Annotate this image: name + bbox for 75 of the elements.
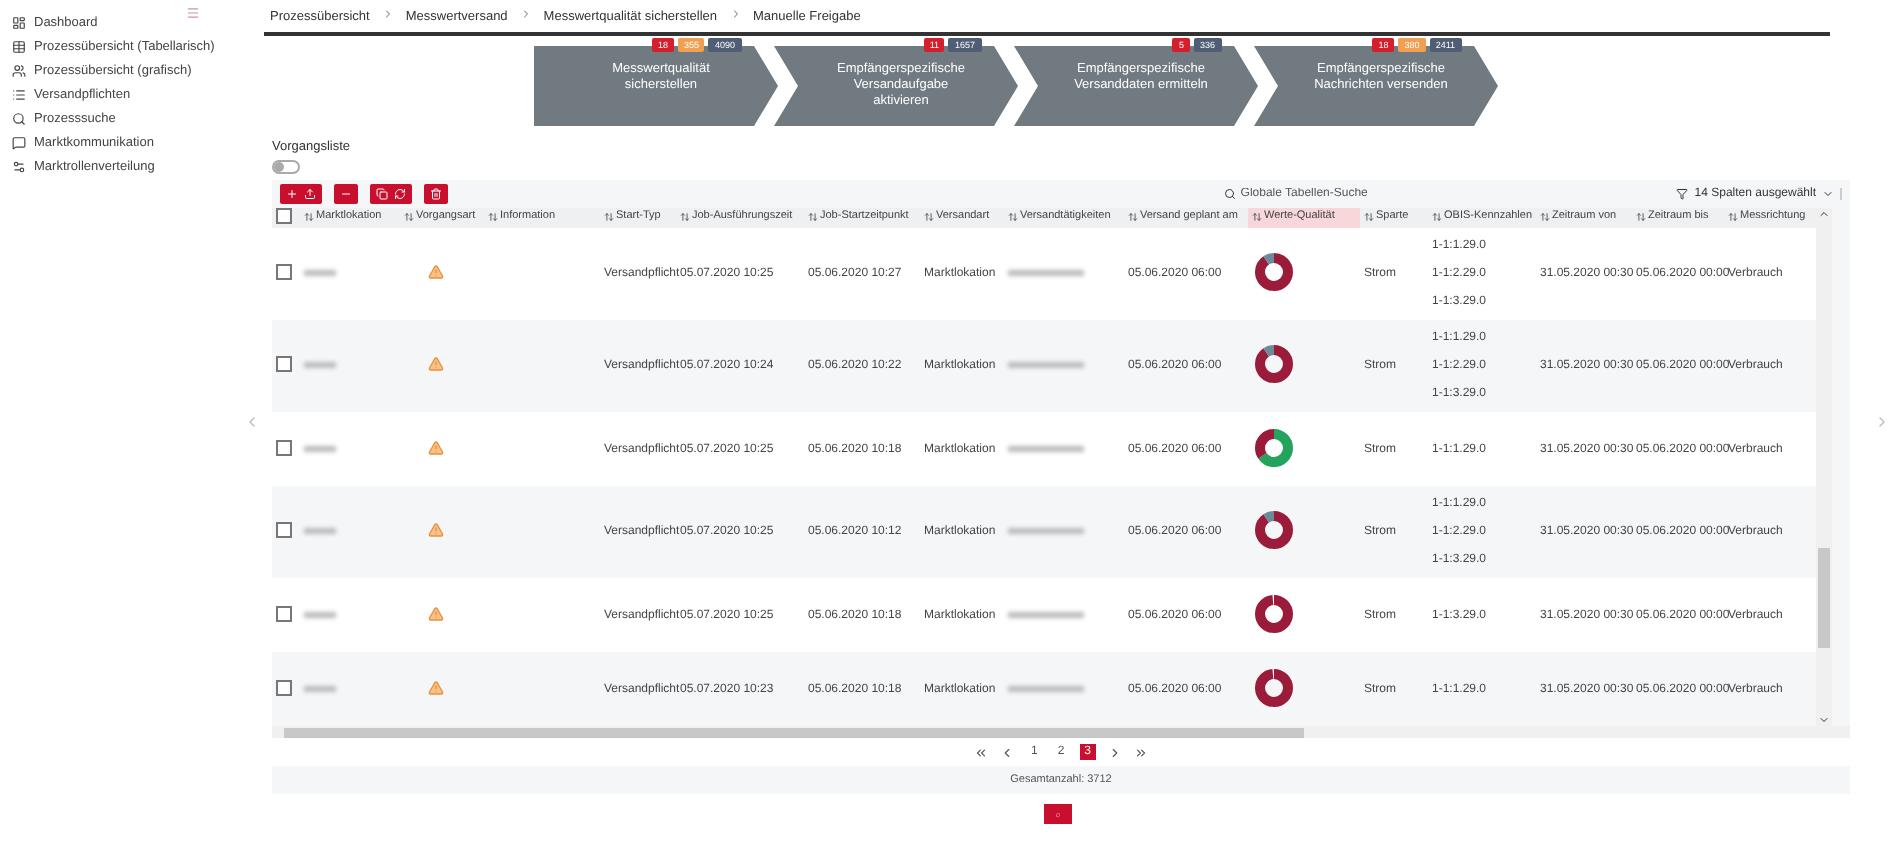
process-step[interactable] — [533, 46, 777, 126]
sort-icon — [808, 211, 818, 222]
warning-icon — [428, 679, 444, 695]
toolbar-button[interactable] — [370, 184, 412, 204]
search-icon — [12, 112, 26, 126]
row-checkbox[interactable] — [276, 264, 292, 280]
plus-icon — [286, 188, 298, 200]
process-step[interactable] — [1013, 46, 1257, 126]
sort-icon — [488, 211, 498, 222]
redacted-mark — [304, 445, 336, 451]
dashboard-icon — [12, 16, 26, 30]
last-page-icon[interactable] — [1133, 745, 1148, 759]
redacted-mark — [1008, 528, 1084, 534]
minus-icon — [340, 188, 352, 200]
filter-icon — [1676, 188, 1689, 200]
warning-icon — [428, 264, 444, 280]
toggle-switch[interactable] — [272, 160, 300, 174]
redacted-mark — [304, 611, 336, 617]
copy-icon — [376, 188, 388, 200]
row-checkbox[interactable] — [276, 605, 292, 621]
redacted-mark — [1008, 270, 1084, 276]
vertical-scrollbar[interactable] — [1816, 208, 1832, 726]
row-checkbox[interactable] — [276, 439, 292, 455]
scroll-up-icon — [1818, 208, 1830, 220]
toolbar-button[interactable] — [280, 184, 322, 204]
message-icon — [12, 136, 26, 150]
redacted-mark — [1008, 445, 1084, 451]
list-icon — [12, 88, 26, 102]
sort-icon — [924, 211, 934, 222]
scroll-down-icon — [1818, 714, 1830, 726]
breadcrumb-separator-icon — [519, 8, 532, 24]
dropdown-caret-icon — [1822, 188, 1834, 200]
redacted-mark — [1008, 362, 1084, 368]
select-all-checkbox[interactable] — [276, 208, 292, 224]
upload-icon — [304, 188, 316, 200]
redacted-mark — [304, 270, 336, 276]
sort-icon — [304, 211, 314, 222]
sort-icon — [1432, 211, 1442, 222]
previous-page-icon[interactable] — [1000, 745, 1015, 759]
refresh-icon — [394, 188, 406, 200]
first-page-icon[interactable] — [974, 745, 989, 759]
process-step[interactable] — [1253, 46, 1497, 126]
sort-icon — [1728, 211, 1738, 222]
warning-icon — [428, 522, 444, 538]
redacted-mark — [304, 685, 336, 691]
sort-icon — [604, 211, 614, 222]
row-checkbox[interactable] — [276, 522, 292, 538]
next-page-icon[interactable] — [1107, 745, 1122, 759]
sort-icon — [680, 211, 690, 222]
chat-button[interactable] — [1043, 804, 1071, 824]
sort-icon — [1252, 211, 1262, 222]
redacted-mark — [304, 362, 336, 368]
sort-icon — [1364, 211, 1374, 222]
sort-icon — [404, 211, 414, 222]
search-icon — [1224, 188, 1237, 200]
people-icon — [12, 64, 26, 78]
sort-icon — [1636, 211, 1646, 222]
warning-icon — [428, 356, 444, 372]
sort-icon — [1128, 211, 1138, 222]
redacted-mark — [304, 528, 336, 534]
breadcrumb-separator-icon — [729, 8, 741, 24]
toolbar-button[interactable] — [424, 184, 448, 204]
redacted-mark — [1008, 685, 1084, 691]
warning-icon — [428, 605, 444, 621]
sort-icon — [1540, 211, 1550, 222]
trash-icon — [430, 188, 442, 200]
horizontal-scrollbar[interactable] — [272, 726, 1850, 738]
row-checkbox[interactable] — [276, 356, 292, 372]
row-checkbox[interactable] — [276, 679, 292, 695]
warning-icon — [428, 439, 444, 455]
sort-icon — [1008, 211, 1018, 222]
redacted-mark — [1008, 611, 1084, 617]
breadcrumb-separator-icon — [381, 8, 394, 24]
process-step[interactable] — [773, 46, 1017, 126]
table-icon — [12, 40, 26, 54]
